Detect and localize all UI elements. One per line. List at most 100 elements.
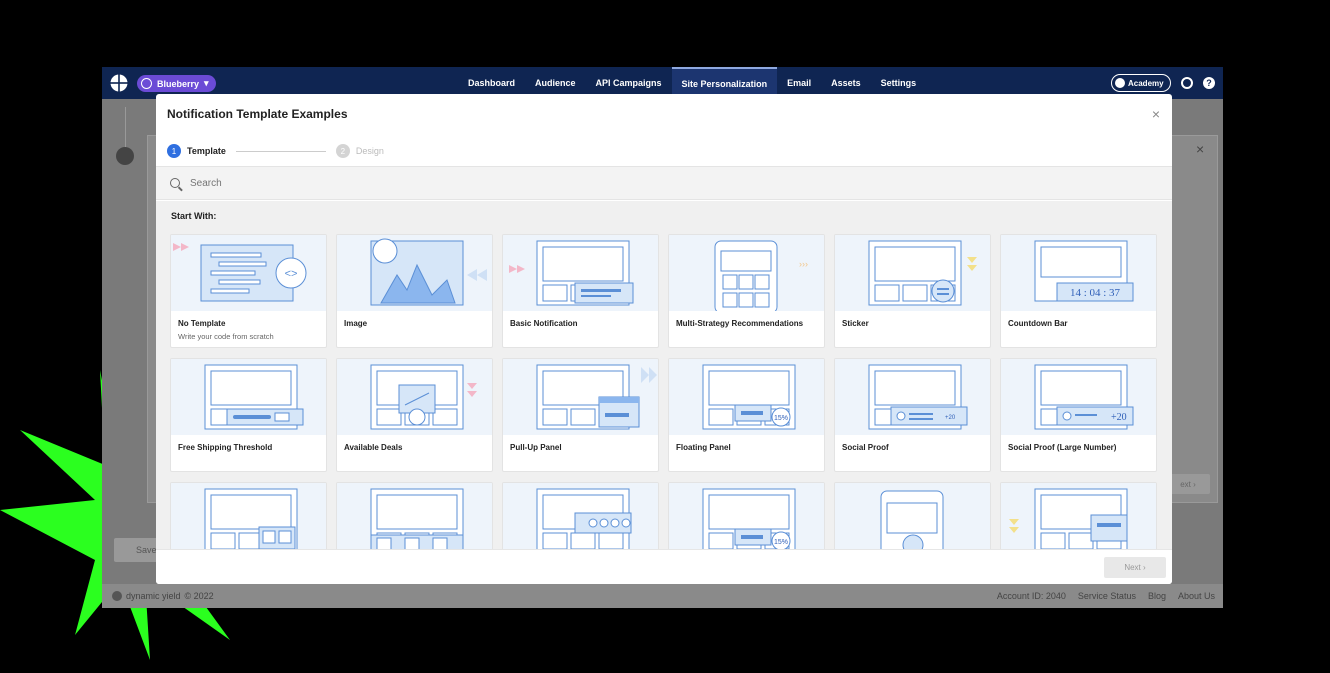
academy-icon [1115,78,1125,88]
template-gallery: Start With: <> No Template Write your code… [156,201,1172,549]
template-thumbnail-icon: 14 : 04 : 37 [1034,240,1134,302]
academy-button[interactable]: Academy [1111,74,1171,92]
template-grid: <> No Template Write your code from scratc… [170,234,1157,549]
svg-text:15%: 15% [774,415,788,422]
template-name: Social Proof [842,443,889,452]
template-preview: 15% [669,483,824,549]
step-1-label[interactable]: Template [187,146,226,156]
footer-link[interactable]: Service Status [1078,591,1136,601]
template-card[interactable]: Pull-Up Panel [502,358,659,472]
academy-label: Academy [1128,78,1164,88]
svg-text:+20: +20 [1111,412,1127,423]
template-card[interactable]: 15% [668,482,825,549]
template-thumbnail-icon [880,490,944,549]
template-preview [503,235,658,311]
next-button[interactable]: Next › [1104,557,1166,578]
template-card[interactable] [1000,482,1157,549]
user-icon[interactable] [1181,77,1193,89]
footer-logo-icon [112,591,122,601]
template-name: Pull-Up Panel [510,443,562,452]
template-thumbnail-icon [536,488,632,549]
template-thumbnail-icon [370,488,464,549]
template-card[interactable] [336,482,493,549]
template-thumbnail-icon: ››› [714,240,808,314]
template-thumbnail-icon [868,240,977,306]
svg-text:+20: +20 [945,415,956,421]
template-preview [835,483,990,549]
template-card[interactable]: ››› Multi-Strategy Recommendations [668,234,825,348]
template-thumbnail-icon: 15% [702,488,796,549]
template-name: Available Deals [344,443,403,452]
svg-text:<>: <> [285,268,298,280]
template-thumbnail-icon: +20 [1034,364,1134,430]
search-icon [170,178,180,188]
template-thumbnail-icon: 15% [702,364,796,430]
template-thumbnail-icon: <> [173,243,307,302]
template-preview: +20 [835,359,990,435]
dynamic-yield-logo-icon[interactable] [110,74,128,92]
caret-down-icon: ▾ [204,78,209,88]
site-selector[interactable]: Blueberry ▾ [137,75,216,92]
close-icon[interactable]: × [1152,106,1160,122]
template-preview [337,359,492,435]
template-card[interactable]: Basic Notification [502,234,659,348]
help-icon[interactable]: ? [1203,77,1215,89]
footer-link[interactable]: About Us [1178,591,1215,601]
footer-link[interactable]: Account ID: 2040 [997,591,1066,601]
template-card[interactable] [834,482,991,549]
template-name: Sticker [842,319,869,328]
footer-copyright: © 2022 [184,591,214,601]
template-preview: <> [171,235,326,311]
template-card[interactable]: 14 : 04 : 37 Countdown Bar [1000,234,1157,348]
template-card[interactable]: +20 Social Proof (Large Number) [1000,358,1157,472]
template-examples-modal: Notification Template Examples × 1 Templ… [156,94,1172,584]
template-name: Basic Notification [510,319,578,328]
modal-title: Notification Template Examples [167,107,348,121]
template-thumbnail-icon: +20 [868,364,968,430]
template-preview [337,483,492,549]
template-card[interactable]: +20 Social Proof [834,358,991,472]
page-footer: dynamic yield © 2022 Account ID: 2040 Ser… [102,584,1223,608]
template-card[interactable]: <> No Template Write your code from scratc… [170,234,327,348]
step-connector [235,150,326,152]
template-preview [835,235,990,311]
step-2-label[interactable]: Design [356,146,384,156]
wizard-steps: 1 Template 2 Design [167,144,384,158]
template-card[interactable]: Image [336,234,493,348]
template-preview [503,483,658,549]
template-preview [337,235,492,311]
template-name: No Template [178,319,226,328]
background-connector [125,107,126,147]
template-card[interactable] [170,482,327,549]
template-name: Free Shipping Threshold [178,443,273,452]
step-1-number: 1 [167,144,181,158]
template-card[interactable]: Sticker [834,234,991,348]
template-name: Floating Panel [676,443,731,452]
template-preview: 15% [669,359,824,435]
modal-footer: Next › [156,549,1172,584]
template-preview [171,483,326,549]
footer-brand: dynamic yield © 2022 [112,591,214,601]
template-preview [503,359,658,435]
svg-text:14 : 04 : 37: 14 : 04 : 37 [1070,287,1121,299]
search-input[interactable] [190,177,590,189]
template-card[interactable] [502,482,659,549]
template-thumbnail-icon [204,488,298,549]
template-name: Social Proof (Large Number) [1008,443,1117,452]
template-card[interactable]: Free Shipping Threshold [170,358,327,472]
template-description: Write your code from scratch [178,332,274,341]
footer-brand-name: dynamic yield [126,591,181,601]
template-thumbnail-icon [370,238,487,306]
template-preview: ››› [669,235,824,314]
template-thumbnail-icon [1009,488,1128,549]
template-preview: +20 [1001,359,1156,435]
svg-text:15%: 15% [774,539,788,546]
template-card[interactable]: Available Deals [336,358,493,472]
template-thumbnail-icon [536,364,657,430]
template-name: Multi-Strategy Recommendations [676,319,804,328]
search-bar [156,166,1172,200]
footer-links: Account ID: 2040 Service Status Blog About … [997,591,1215,601]
template-preview [1001,483,1156,549]
footer-link[interactable]: Blog [1148,591,1166,601]
template-card[interactable]: 15% Floating Panel [668,358,825,472]
